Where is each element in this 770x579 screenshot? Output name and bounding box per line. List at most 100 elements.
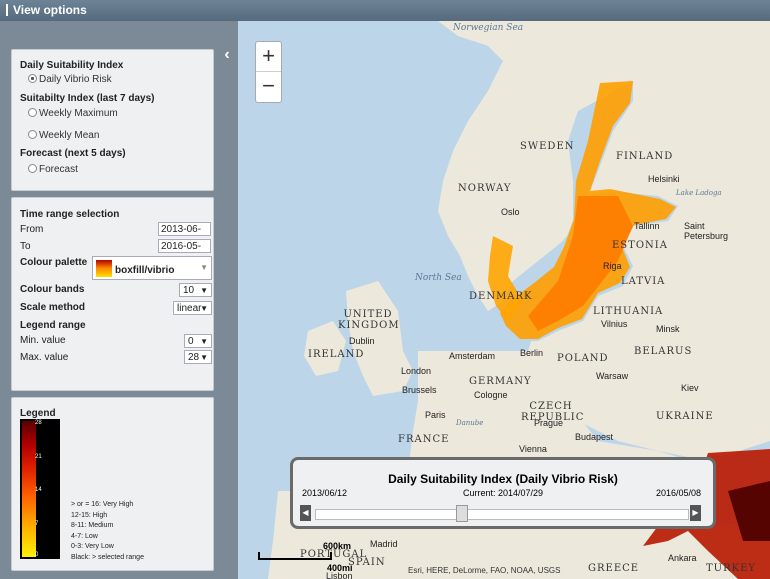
country-label: FINLAND xyxy=(616,151,674,162)
min-value: 0 xyxy=(188,336,194,347)
radio-dot[interactable] xyxy=(28,164,37,173)
city-label: Saint Petersburg xyxy=(684,221,729,241)
legend-box: Legend 28 21 14 7 0 > or = 16: Very High… xyxy=(11,397,214,571)
radio-weekly-max-label: Weekly Maximum xyxy=(39,108,118,119)
radio-forecast-label: Forecast xyxy=(39,164,78,175)
city-label: Riga xyxy=(603,261,622,271)
city-label: Paris xyxy=(425,410,446,420)
country-label: GREECE xyxy=(588,563,640,574)
chevron-down-icon: ▼ xyxy=(200,353,208,362)
city-label: Cologne xyxy=(474,390,508,400)
city-label: Ankara xyxy=(668,553,697,563)
city-label: Vilnius xyxy=(601,319,628,329)
city-label: Vienna xyxy=(519,444,547,454)
zoom-in-button[interactable]: + xyxy=(256,42,281,71)
city-label: Prague xyxy=(534,418,564,428)
from-label: From xyxy=(20,224,44,235)
min-value-label: Min. value xyxy=(20,335,66,346)
scale-method-select[interactable]: linear ▼ xyxy=(173,301,212,315)
country-label: LITHUANIA xyxy=(593,306,664,317)
weekly-heading: Suitabilty Index (last 7 days) xyxy=(20,93,155,104)
chevron-down-icon: ▼ xyxy=(200,263,208,272)
chevron-down-icon: ▼ xyxy=(200,337,208,346)
legend-line: 0-3: Very Low xyxy=(71,543,114,550)
legend-text: > or = 16: Very High 12-15: High 8-11: M… xyxy=(71,500,144,563)
max-value: 28 xyxy=(188,352,200,363)
radio-dot[interactable] xyxy=(28,108,37,117)
colour-bands-value: 10 xyxy=(183,285,195,296)
radio-daily-vibrio[interactable]: Daily Vibrio Risk xyxy=(28,74,112,85)
zoom-out-button[interactable]: − xyxy=(256,72,281,101)
country-label: TURKEY xyxy=(706,563,756,574)
time-slider-title: Daily Suitability Index (Daily Vibrio Ri… xyxy=(388,472,618,486)
view-options-header: View options xyxy=(0,0,770,21)
country-label: ESTONIA xyxy=(612,240,668,251)
legend-heading: Legend xyxy=(20,408,56,419)
palette-swatch xyxy=(96,260,112,277)
chevron-down-icon: ▼ xyxy=(200,304,208,313)
radio-weekly-max[interactable]: Weekly Maximum xyxy=(28,108,118,119)
colour-bands-select[interactable]: 10 ▼ xyxy=(179,283,212,297)
max-value-select[interactable]: 28 ▼ xyxy=(184,350,212,364)
chevron-left-icon[interactable]: ‹ xyxy=(220,46,234,64)
scale-method-value: linear xyxy=(177,303,202,314)
legend-range-label: Legend range xyxy=(20,320,86,331)
radio-weekly-mean[interactable]: Weekly Mean xyxy=(28,130,99,141)
colour-palette-label: Colour palette xyxy=(20,257,88,268)
colour-palette-select[interactable]: boxfill/vibrio ▼ xyxy=(92,256,212,280)
scale-km: 600km xyxy=(323,541,352,551)
index-selection-box: Daily Suitability Index Daily Vibrio Ris… xyxy=(11,49,214,191)
country-label: UKRAINE xyxy=(656,411,714,422)
city-label: Tallinn xyxy=(634,221,660,231)
sea-label: Norwegian Sea xyxy=(453,23,524,33)
header-marker xyxy=(6,4,8,16)
country-label: SWEDEN xyxy=(520,141,575,152)
city-label: Brussels xyxy=(402,385,437,395)
legend-line: 4-7: Low xyxy=(71,532,98,540)
legend-line: 12-15: High xyxy=(71,511,108,519)
city-label: Berlin xyxy=(520,348,544,358)
legend-tick: 7 xyxy=(35,521,39,527)
city-label: Dublin xyxy=(349,336,375,346)
to-date-field[interactable]: 2016-05-08 xyxy=(158,239,211,266)
legend-tick: 14 xyxy=(35,487,42,493)
country-label: DENMARK xyxy=(469,291,533,302)
legend-line: 8-11: Medium xyxy=(71,522,114,529)
scale-mi: 400mi xyxy=(327,563,353,573)
time-range-heading: Time range selection xyxy=(20,209,120,220)
city-label: Budapest xyxy=(575,432,614,442)
sea-label: North Sea xyxy=(415,273,462,283)
chevron-down-icon: ▼ xyxy=(200,286,208,295)
city-label: Warsaw xyxy=(596,371,629,381)
min-value-select[interactable]: 0 ▼ xyxy=(184,334,212,348)
time-slider-thumb[interactable] xyxy=(456,505,469,522)
legend-gradient xyxy=(22,421,36,557)
header-title: View options xyxy=(13,3,87,17)
time-slider-end: 2016/05/08 xyxy=(655,488,701,498)
radio-forecast[interactable]: Forecast xyxy=(28,164,78,175)
country-label: IRELAND xyxy=(308,349,365,360)
time-slider-track[interactable] xyxy=(315,509,689,520)
chevron-right-icon[interactable]: ▶ xyxy=(690,505,701,521)
settings-box: Time range selection From 2013-06-12 To … xyxy=(11,197,214,391)
radio-dot[interactable] xyxy=(28,130,37,139)
country-label: GERMANY xyxy=(469,376,532,387)
colour-bands-label: Colour bands xyxy=(20,284,85,295)
legend-line: Black: > selected range xyxy=(71,553,144,561)
city-label: Minsk xyxy=(656,324,680,334)
country-label: FRANCE xyxy=(398,434,450,445)
city-label: London xyxy=(401,366,432,376)
legend-tick: 0 xyxy=(35,552,39,558)
zoom-control: + − xyxy=(255,41,282,103)
sea-label: Danube xyxy=(456,419,484,427)
daily-heading: Daily Suitability Index xyxy=(20,60,124,71)
map-attribution: Esri, HERE, DeLorme, FAO, NOAA, USGS xyxy=(408,566,561,575)
sea-label: Lake Ladoga xyxy=(676,189,722,197)
chevron-left-icon[interactable]: ◀ xyxy=(300,505,311,521)
legend-colour-bar: 28 21 14 7 0 xyxy=(20,419,60,559)
legend-tick: 28 xyxy=(35,420,42,426)
from-date-field[interactable]: 2013-06-12 xyxy=(158,222,211,249)
country-label: UNITED KINGDOM xyxy=(338,309,400,331)
city-label: Kiev xyxy=(681,383,699,393)
radio-dot-selected[interactable] xyxy=(28,74,37,83)
